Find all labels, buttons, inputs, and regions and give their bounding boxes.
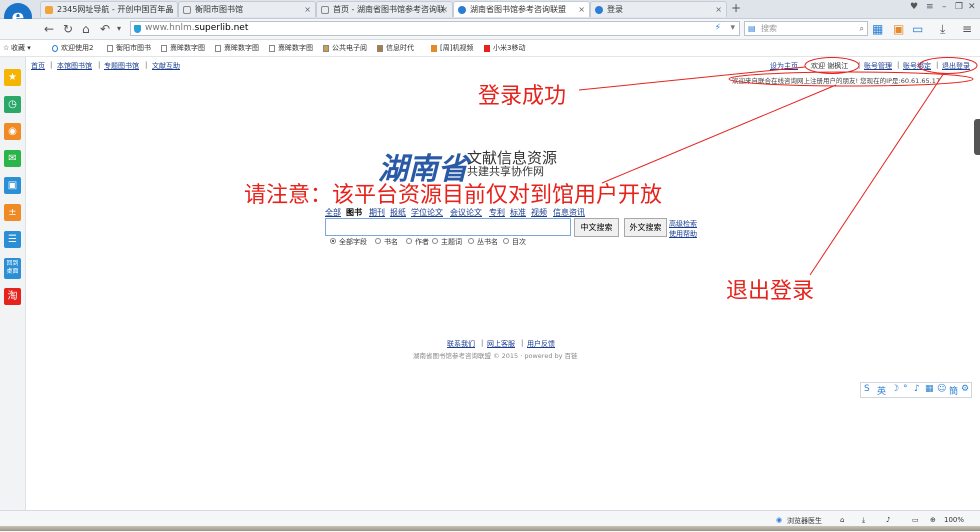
- chinese-search-button[interactable]: 中文搜索: [574, 218, 619, 237]
- broom-icon[interactable]: ⌂: [840, 516, 844, 524]
- online-service-link[interactable]: 网上客服: [487, 339, 515, 349]
- category-conference[interactable]: 会议论文: [450, 207, 482, 218]
- copyright: 湖南省图书馆参考咨询联盟 © 2015 · powered by 百链: [413, 352, 578, 360]
- radio-toc[interactable]: 目次: [503, 237, 526, 247]
- feedback-link[interactable]: 用户反馈: [527, 339, 555, 349]
- logout-arrow: [809, 72, 945, 276]
- gear-icon[interactable]: ⚙: [961, 384, 969, 394]
- category-newspapers[interactable]: 报纸: [390, 207, 406, 218]
- contact-us-link[interactable]: 联系我们: [447, 339, 475, 349]
- category-standards[interactable]: 标准: [510, 207, 526, 218]
- radio-icon: [503, 238, 509, 244]
- category-books[interactable]: 图书: [346, 207, 362, 218]
- ime-language-toggle[interactable]: 英: [877, 384, 886, 397]
- radio-author[interactable]: 作者: [406, 237, 429, 247]
- annotation-login-success: 登录成功: [478, 84, 567, 109]
- brand-subtitle: 共建共享协作网: [467, 165, 544, 178]
- brand-logo: 湖南省: [378, 152, 468, 187]
- radio-title[interactable]: 书名: [375, 237, 398, 247]
- zoom-level[interactable]: 100%: [944, 516, 964, 524]
- radio-all-fields[interactable]: 全部字段: [330, 237, 367, 247]
- radio-subject[interactable]: 主题词: [432, 237, 462, 247]
- separator: |: [481, 339, 484, 347]
- radio-icon: [468, 238, 474, 244]
- ime-logo-icon[interactable]: S: [864, 384, 870, 394]
- separator: |: [521, 339, 524, 347]
- category-patents[interactable]: 专利: [489, 207, 505, 218]
- help-link[interactable]: 使用帮助: [669, 229, 697, 239]
- foreign-search-button[interactable]: 外文搜索: [624, 218, 667, 237]
- user-icon[interactable]: ☺: [937, 384, 946, 394]
- category-journals[interactable]: 期刊: [369, 207, 385, 218]
- category-theses[interactable]: 学位论文: [411, 207, 443, 218]
- notice-arrow: [601, 84, 837, 184]
- login-success-arrow: [578, 66, 806, 91]
- radio-icon: [375, 238, 381, 244]
- keyboard-icon[interactable]: ▦: [925, 384, 934, 394]
- moon-icon[interactable]: ☽: [891, 384, 899, 394]
- volume-icon[interactable]: ♪: [886, 516, 890, 524]
- ime-toolbar: S 英 ☽ ° ♪ ▦ ☺ 簡 ⚙: [860, 382, 972, 398]
- radio-icon: [432, 238, 438, 244]
- simplified-toggle[interactable]: 簡: [949, 384, 958, 397]
- category-all[interactable]: 全部: [325, 207, 341, 218]
- annotation-logout: 退出登录: [726, 279, 815, 304]
- mic-icon[interactable]: ♪: [914, 384, 920, 394]
- radio-series[interactable]: 丛书名: [468, 237, 498, 247]
- library-search-input[interactable]: [325, 218, 571, 236]
- radio-selected-icon: [330, 238, 336, 244]
- punctuation-icon[interactable]: °: [903, 384, 908, 394]
- advanced-search-link[interactable]: 高级检索: [669, 219, 697, 229]
- download-icon[interactable]: ⤓: [862, 516, 865, 525]
- window-icon[interactable]: ▭: [912, 516, 919, 524]
- browser-doctor-button[interactable]: 浏览器医生: [787, 516, 822, 526]
- doctor-icon: ◉: [776, 516, 783, 524]
- logout-ellipse: [918, 57, 978, 74]
- category-videos[interactable]: 视频: [531, 207, 547, 218]
- zoom-icon[interactable]: ⊕: [930, 516, 936, 524]
- taskbar-strip: [0, 526, 980, 531]
- category-news[interactable]: 信息资讯: [553, 207, 585, 218]
- login-success-ellipse: [804, 57, 860, 74]
- radio-icon: [406, 238, 412, 244]
